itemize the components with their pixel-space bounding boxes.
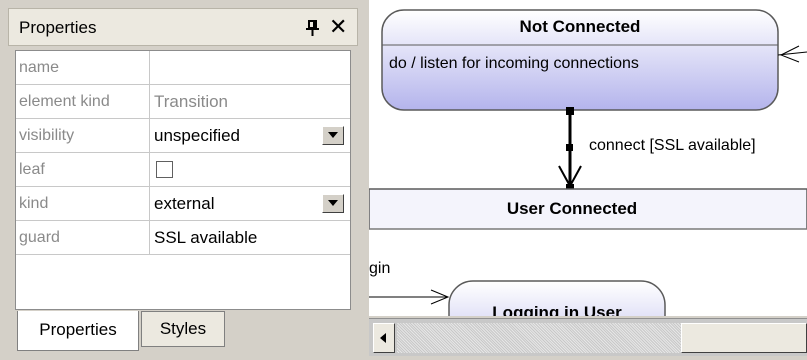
- property-row-guard: guard SSL available: [16, 221, 350, 255]
- transition-login[interactable]: [369, 289, 450, 305]
- property-row-visibility: visibility unspecified: [16, 119, 350, 153]
- property-name: visibility: [16, 119, 150, 152]
- element-kind-value: Transition: [154, 92, 229, 111]
- visibility-dropdown-button[interactable]: [322, 126, 344, 145]
- transition-connect-label: connect [SSL available]: [589, 137, 756, 154]
- guard-value-field[interactable]: SSL available: [154, 221, 348, 254]
- property-row-element-kind: element kind Transition: [16, 85, 350, 119]
- incoming-transition-arrow[interactable]: [777, 45, 807, 63]
- property-row-kind: kind external: [16, 187, 350, 221]
- horizontal-scrollbar[interactable]: [369, 318, 807, 356]
- kind-select[interactable]: external: [154, 187, 348, 220]
- panel-titlebar: Properties ✕: [8, 8, 358, 46]
- tab-properties[interactable]: Properties: [17, 311, 139, 351]
- property-row-name: name: [16, 51, 350, 85]
- name-value-field[interactable]: [154, 51, 348, 84]
- property-grid: name element kind Transition visibility …: [15, 50, 351, 310]
- kind-dropdown-button[interactable]: [322, 194, 344, 213]
- property-name: name: [16, 51, 150, 84]
- property-row-leaf: leaf: [16, 153, 350, 187]
- close-icon[interactable]: ✕: [329, 15, 347, 39]
- pin-icon[interactable]: [305, 19, 321, 37]
- scroll-left-button[interactable]: [373, 323, 395, 353]
- chevron-down-icon: [328, 132, 338, 138]
- diagram-view: Not Connected do / listen for incoming c…: [361, 0, 807, 360]
- diagram-canvas[interactable]: Not Connected do / listen for incoming c…: [369, 0, 807, 316]
- transition-login-label: gin: [369, 260, 391, 277]
- leaf-checkbox[interactable]: [156, 161, 173, 178]
- property-name: leaf: [16, 153, 150, 186]
- scrollbar-thumb[interactable]: [681, 323, 807, 353]
- state-not-connected-activity: do / listen for incoming connections: [389, 55, 639, 72]
- tab-styles[interactable]: Styles: [141, 311, 225, 347]
- state-not-connected-title: Not Connected: [519, 17, 641, 36]
- panel-title: Properties: [19, 18, 97, 37]
- property-name: kind: [16, 187, 150, 220]
- state-logging-in-user-title: Logging in User: [492, 303, 622, 316]
- chevron-left-icon: [380, 333, 386, 343]
- visibility-select[interactable]: unspecified: [154, 119, 348, 152]
- property-name: element kind: [16, 85, 150, 118]
- transition-connect[interactable]: [558, 107, 582, 192]
- composite-state-title: User Connected: [506, 199, 638, 218]
- properties-panel: Properties ✕ name element kind Transitio…: [0, 0, 360, 360]
- chevron-down-icon: [328, 200, 338, 206]
- property-name: guard: [16, 221, 150, 254]
